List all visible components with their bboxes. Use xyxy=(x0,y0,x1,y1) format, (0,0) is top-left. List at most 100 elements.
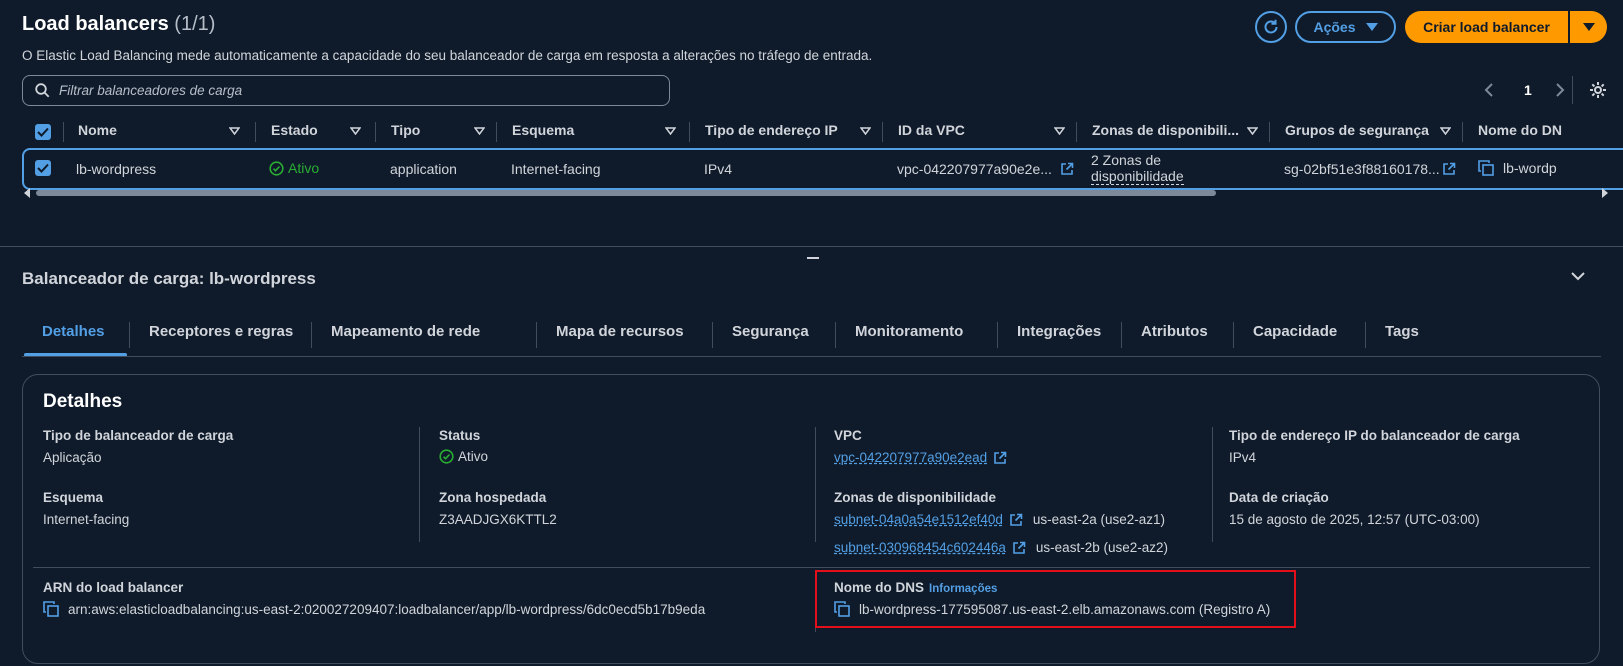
table-settings-button[interactable] xyxy=(1589,81,1607,99)
copy-icon[interactable] xyxy=(1478,160,1494,176)
scroll-left-icon xyxy=(24,188,30,198)
gear-icon xyxy=(1590,82,1606,98)
status-value-text: Ativo xyxy=(458,449,489,464)
ip-type-label: Tipo de endereço IP do balanceador de ca… xyxy=(1229,428,1520,443)
column-header-security-groups[interactable]: Grupos de segurança xyxy=(1285,122,1429,138)
column-divider xyxy=(815,427,816,542)
column-divider xyxy=(689,122,690,142)
created-value: 15 de agosto de 2025, 12:57 (UTC-03:00) xyxy=(1229,512,1480,527)
hosted-zone-value: Z3AADJGX6KTTL2 xyxy=(439,512,557,527)
column-header-ip-type[interactable]: Tipo de endereço IP xyxy=(705,122,838,138)
tab-integrations[interactable]: Integrações xyxy=(1017,323,1101,340)
chevron-right-icon xyxy=(1556,83,1565,97)
page-title: Load balancers (1/1) xyxy=(22,13,215,36)
row-zones-line2: disponibilidade xyxy=(1091,168,1184,184)
tab-security[interactable]: Segurança xyxy=(732,323,809,340)
column-header-zones[interactable]: Zonas de disponibili... xyxy=(1092,122,1239,138)
sort-icon[interactable] xyxy=(1054,127,1065,135)
row-vpc-text: vpc-042207977a90e2e... xyxy=(897,161,1052,177)
tab-listeners-rules[interactable]: Receptores e regras xyxy=(149,323,293,340)
actions-button-label: Ações xyxy=(1313,19,1356,35)
tab-divider xyxy=(1365,322,1366,348)
copy-icon[interactable] xyxy=(43,601,59,617)
caret-down-icon xyxy=(1582,23,1595,31)
row-security-group-link[interactable]: sg-02bf51e3f88160178... xyxy=(1284,161,1456,177)
next-page-button[interactable] xyxy=(1555,83,1565,97)
refresh-button[interactable] xyxy=(1255,11,1287,43)
vpc-link[interactable]: vpc-042207977a90e2ead xyxy=(834,450,1007,465)
scrollbar-thumb[interactable] xyxy=(36,190,1216,196)
check-circle-icon xyxy=(439,449,454,464)
arn-value-row: arn:aws:elasticloadbalancing:us-east-2:0… xyxy=(43,601,705,617)
row-zones[interactable]: 2 Zonas de disponibilidade xyxy=(1091,152,1184,185)
column-header-name[interactable]: Nome xyxy=(78,122,117,138)
chevron-down-icon xyxy=(1571,272,1585,281)
filter-input[interactable] xyxy=(59,83,649,98)
tab-details[interactable]: Detalhes xyxy=(42,323,105,340)
column-header-state[interactable]: Estado xyxy=(271,122,318,138)
previous-page-button[interactable] xyxy=(1484,83,1494,97)
external-link-icon xyxy=(1010,513,1023,526)
column-header-type[interactable]: Tipo xyxy=(391,122,420,138)
row-checkbox[interactable] xyxy=(35,160,51,176)
subnet-link[interactable]: subnet-030968454c602446a xyxy=(834,540,1006,555)
subnet-zone: us-east-2a (use2-az1) xyxy=(1032,512,1165,527)
sort-icon[interactable] xyxy=(350,127,361,135)
horizontal-scrollbar[interactable] xyxy=(24,188,1608,198)
sort-icon[interactable] xyxy=(665,127,676,135)
lb-type-label: Tipo de balanceador de carga xyxy=(43,428,234,443)
actions-button[interactable]: Ações xyxy=(1295,11,1396,43)
table-row[interactable]: lb-wordpress Ativo application Internet-… xyxy=(22,148,1623,190)
az-item: subnet-04a0a54e1512ef40d us-east-2a (use… xyxy=(834,512,1165,527)
sort-icon[interactable] xyxy=(860,127,871,135)
sort-icon[interactable] xyxy=(229,127,240,135)
tab-divider xyxy=(997,322,998,348)
scheme-value: Internet-facing xyxy=(43,512,130,527)
row-status-text: Ativo xyxy=(288,160,320,176)
row-dns-text: lb-wordp xyxy=(1503,160,1557,176)
filter-search-box[interactable] xyxy=(22,75,670,106)
arn-label: ARN do load balancer xyxy=(43,580,184,595)
details-heading: Detalhes xyxy=(43,391,123,412)
collapse-panel-button[interactable] xyxy=(1571,272,1585,281)
search-icon xyxy=(35,83,50,98)
tab-network-mapping[interactable]: Mapeamento de rede xyxy=(331,323,480,340)
row-status: Ativo xyxy=(269,160,319,176)
sort-icon[interactable] xyxy=(474,127,485,135)
scheme-label: Esquema xyxy=(43,490,104,505)
tab-capacity[interactable]: Capacidade xyxy=(1253,323,1337,340)
tab-divider xyxy=(1233,322,1234,348)
page-title-text: Load balancers xyxy=(22,13,169,35)
row-name-link[interactable]: lb-wordpress xyxy=(76,161,156,177)
pager-divider xyxy=(1572,76,1573,104)
external-link-icon xyxy=(1442,162,1456,175)
resize-handle[interactable] xyxy=(807,257,819,259)
sort-icon[interactable] xyxy=(1440,127,1451,135)
select-all-checkbox[interactable] xyxy=(35,124,51,140)
sort-icon[interactable] xyxy=(1247,127,1258,135)
column-header-dns[interactable]: Nome do DN xyxy=(1478,122,1562,138)
tab-attributes[interactable]: Atributos xyxy=(1141,323,1208,340)
tab-tags[interactable]: Tags xyxy=(1385,323,1419,340)
vpc-link-text[interactable]: vpc-042207977a90e2ead xyxy=(834,450,987,465)
split-panel-divider xyxy=(0,246,1623,247)
create-options-dropdown-button[interactable] xyxy=(1570,11,1607,43)
row-vpc-link[interactable]: vpc-042207977a90e2e... xyxy=(897,161,1074,177)
column-header-scheme[interactable]: Esquema xyxy=(512,122,574,138)
split-panel-title: Balanceador de carga: lb-wordpress xyxy=(22,269,316,288)
column-divider xyxy=(419,427,420,542)
row-dns: lb-wordp xyxy=(1478,160,1557,176)
tab-divider xyxy=(1121,322,1122,348)
current-page-number[interactable]: 1 xyxy=(1524,82,1532,98)
column-divider xyxy=(1076,122,1077,142)
tab-divider xyxy=(712,322,713,348)
tab-monitoring[interactable]: Monitoramento xyxy=(855,323,963,340)
column-divider xyxy=(375,122,376,142)
subnet-link[interactable]: subnet-04a0a54e1512ef40d xyxy=(834,512,1003,527)
column-header-vpc[interactable]: ID da VPC xyxy=(898,122,965,138)
tab-resource-map[interactable]: Mapa de recursos xyxy=(556,323,684,340)
section-divider xyxy=(33,567,1590,568)
column-divider xyxy=(496,122,497,142)
create-load-balancer-button[interactable]: Criar load balancer xyxy=(1405,11,1568,43)
hosted-zone-label: Zona hospedada xyxy=(439,490,547,505)
